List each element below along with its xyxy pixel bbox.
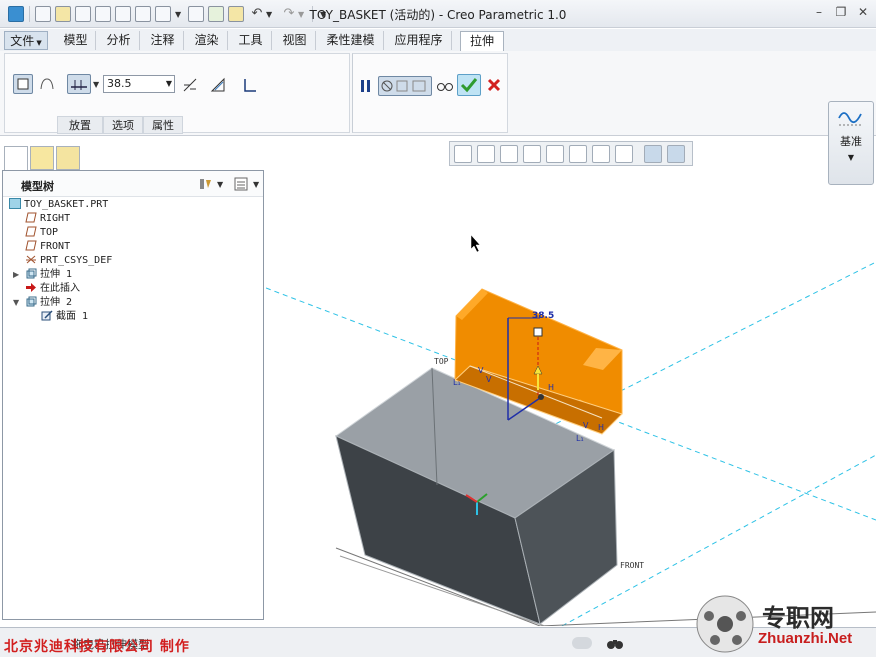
blind-depth-icon <box>71 80 87 90</box>
tab-model[interactable]: 模型 <box>56 31 96 50</box>
extrude-icon <box>26 268 37 279</box>
insert-arrow-icon <box>26 283 36 292</box>
tree-item-section-1[interactable]: 截面 1 <box>41 310 88 324</box>
constraint-marker: H <box>598 423 604 432</box>
tab-annotate[interactable]: 注释 <box>142 31 184 50</box>
model-viewport: 38.5 L₁ V V H L₁ V H TOP FRONT <box>265 234 876 627</box>
tab-flexible-modeling[interactable]: 柔性建模 <box>318 31 384 50</box>
datum-plane-icon <box>25 212 37 223</box>
options-tab[interactable]: 选项 <box>103 116 143 134</box>
tree-item-extrude-1[interactable]: 拉伸 1 <box>25 268 72 282</box>
ribbon-panel: ▼ 38.5 ▼ 放置 选项 属性 基准 ▼ <box>0 51 876 185</box>
depth-option-dropdown-icon[interactable]: ▼ <box>93 80 99 89</box>
extrude-control-group <box>352 53 508 133</box>
watermark-company: 北京兆迪科技有限公司 制作 <box>4 639 190 655</box>
csys-icon <box>26 255 36 264</box>
tree-item-csys[interactable]: PRT_CSYS_DEF <box>25 254 112 268</box>
tree-item-top[interactable]: TOP <box>25 226 58 240</box>
depth-dropdown-icon[interactable]: ▼ <box>166 76 172 92</box>
depth-dimension-label[interactable]: 38.5 <box>532 311 554 321</box>
tree-item-extrude-2[interactable]: 拉伸 2 <box>25 296 72 310</box>
mouse-cursor-icon <box>470 234 481 253</box>
part-icon <box>9 198 21 209</box>
soccer-ball-logo <box>696 595 754 653</box>
creo-window: ▼ ↶ ▼ ↷ ▼ ▼ TOY_BASKET (活动的) - Creo Para… <box>0 0 876 657</box>
flip-direction-icon[interactable] <box>181 76 199 94</box>
plane-label-front: FRONT <box>620 561 644 570</box>
minimize-icon[interactable]: – <box>812 5 826 19</box>
tree-item-right[interactable]: RIGHT <box>25 212 70 226</box>
anchor-point <box>538 394 544 400</box>
sketch-icon <box>41 310 53 321</box>
watermark-site-url: Zhuanzhi.Net <box>758 630 853 647</box>
constraint-marker: L₁ <box>453 378 461 387</box>
tab-applications[interactable]: 应用程序 <box>386 31 452 50</box>
accept-button[interactable] <box>457 74 481 96</box>
model-tree-tab-icon[interactable] <box>4 146 28 170</box>
drag-handle-icon[interactable] <box>533 327 543 337</box>
check-icon <box>460 78 478 93</box>
constraint-marker: V <box>486 375 492 384</box>
tree-columns-dropdown-icon[interactable]: ▼ <box>253 180 259 189</box>
datum-plane-icon <box>25 226 37 237</box>
status-toggle-icon[interactable] <box>572 637 592 649</box>
window-title: TOY_BASKET (活动的) - Creo Parametric 1.0 <box>309 8 567 22</box>
constraint-marker: H <box>548 383 554 392</box>
constraint-marker: V <box>583 421 589 430</box>
preview-icon <box>381 80 426 92</box>
tab-file[interactable]: 文件 ▼ <box>4 31 48 50</box>
expand-arrow-icon[interactable]: ▶ <box>13 270 19 279</box>
watermark-site-name: 专职网 <box>762 603 834 632</box>
pause-icon[interactable] <box>359 78 373 94</box>
plane-label-top: TOP <box>434 357 449 366</box>
datum-plane-icon <box>25 240 37 251</box>
properties-tab[interactable]: 属性 <box>143 116 183 134</box>
ribbon-tabs: 文件 ▼ 模型 分析 注释 渲染 工具 视图 柔性建模 应用程序 拉伸 ⌃ ⚲ … <box>0 29 876 74</box>
tab-view[interactable]: 视图 <box>274 31 316 50</box>
folder-browser-tab-icon[interactable] <box>30 146 54 170</box>
binoculars-icon[interactable] <box>606 634 624 652</box>
navigator-tabs <box>2 146 82 170</box>
title-bar: ▼ ↶ ▼ ↷ ▼ ▼ TOY_BASKET (活动的) - Creo Para… <box>0 0 876 28</box>
close-icon[interactable]: ✕ <box>856 5 870 19</box>
collapse-arrow-icon[interactable]: ▼ <box>13 298 19 307</box>
remove-material-icon[interactable] <box>209 76 227 94</box>
extrude-options-group: ▼ 38.5 ▼ 放置 选项 属性 <box>4 53 350 134</box>
tree-settings-dropdown-icon[interactable]: ▼ <box>217 180 223 189</box>
graphics-window[interactable]: 38.5 L₁ V V H L₁ V H TOP FRONT <box>265 136 876 627</box>
constraint-marker: L₁ <box>576 434 584 443</box>
model-tree-header: 模型树 ▼ ▼ <box>3 171 263 197</box>
tree-item-front[interactable]: FRONT <box>25 240 70 254</box>
tab-render[interactable]: 渲染 <box>186 31 228 50</box>
tab-tools[interactable]: 工具 <box>230 31 272 50</box>
preview-options-button[interactable] <box>378 76 432 96</box>
extrude-icon <box>26 296 37 307</box>
solid-icon <box>17 78 29 90</box>
tree-settings-icon[interactable] <box>197 176 213 192</box>
glasses-preview-icon[interactable] <box>436 78 454 94</box>
favorites-tab-icon[interactable] <box>56 146 80 170</box>
tab-analysis[interactable]: 分析 <box>98 31 140 50</box>
surface-extrude-button[interactable] <box>37 74 57 94</box>
restore-icon[interactable]: ❐ <box>834 5 848 19</box>
constraint-marker: V <box>478 366 484 375</box>
thicken-sketch-icon[interactable] <box>241 76 259 94</box>
tab-extrude[interactable]: 拉伸 <box>460 31 504 52</box>
solid-extrude-button[interactable] <box>13 74 33 94</box>
cancel-x-icon <box>487 78 501 92</box>
datum-icon <box>838 112 863 126</box>
depth-value-field[interactable]: 38.5 ▼ <box>103 75 175 93</box>
tree-columns-icon[interactable] <box>233 176 249 192</box>
cancel-button[interactable] <box>485 76 503 94</box>
depth-value-text: 38.5 <box>107 77 132 90</box>
model-tree-title: 模型树 <box>21 180 54 193</box>
tree-item-part[interactable]: TOY_BASKET.PRT <box>9 198 108 212</box>
placement-tab[interactable]: 放置 <box>57 116 103 134</box>
model-tree-panel: 模型树 ▼ ▼ TOY_BASKET.PRT RIGHT TOP FRONT P… <box>2 170 264 620</box>
tree-item-insert-here[interactable]: 在此插入 <box>25 282 80 296</box>
surface-icon <box>40 78 54 90</box>
depth-option-button[interactable] <box>67 74 91 94</box>
